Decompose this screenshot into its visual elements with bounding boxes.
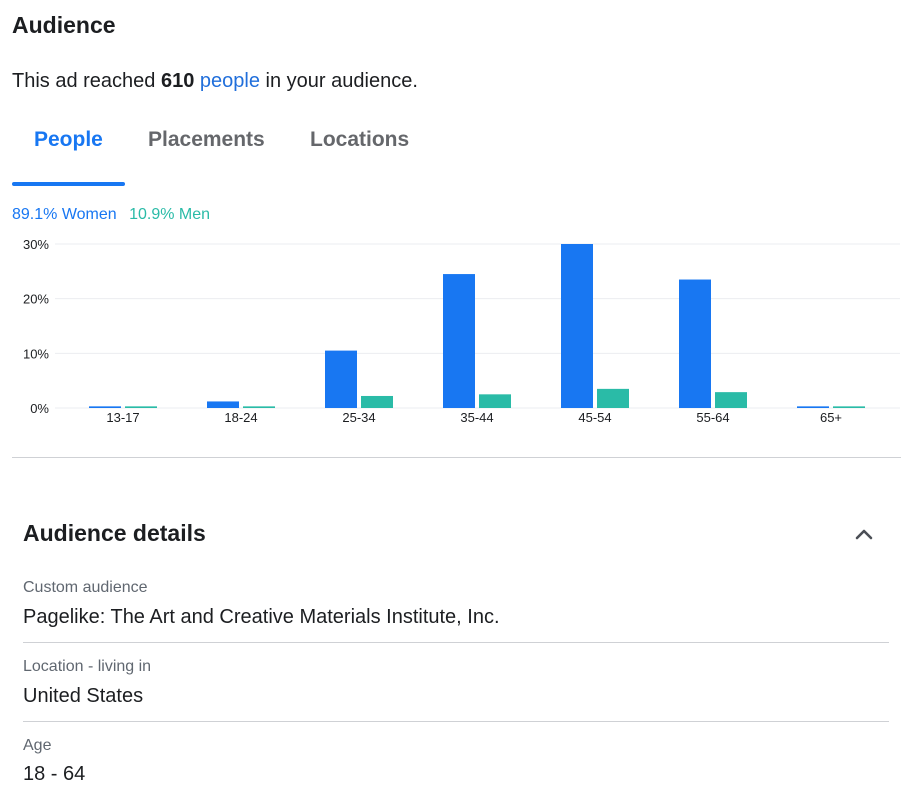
tab-locations[interactable]: Locations [310, 128, 409, 152]
bar-men-18-24[interactable] [243, 406, 275, 408]
legend-men: 10.9% Men [129, 206, 211, 223]
bar-men-35-44[interactable] [479, 394, 511, 408]
bar-women-18-24[interactable] [207, 401, 239, 408]
y-tick-label: 20% [23, 292, 49, 307]
bar-men-13-17[interactable] [125, 406, 157, 408]
location-label: Location - living in [23, 658, 152, 675]
audience-title: Audience [12, 12, 116, 38]
audience-tabs: People Placements Locations [12, 128, 901, 188]
reach-count: 610 [160, 70, 195, 92]
x-tick-label: 25-34 [342, 410, 375, 425]
x-tick-label: 13-17 [106, 410, 139, 425]
location-value: United States [23, 685, 144, 707]
legend-women: 89.1% Women [12, 206, 117, 223]
tab-people[interactable]: People [34, 128, 103, 152]
age-label: Age [23, 737, 52, 754]
chevron-up-icon [855, 529, 873, 540]
age-gender-chart: 0% 10% 20% 30% 13-17 18-24 25-34 35-44 45-54 55-6… [23, 237, 900, 425]
bar-men-25-34[interactable] [361, 395, 393, 408]
bar-women-35-44[interactable] [443, 274, 475, 408]
x-tick-label: 55-64 [696, 410, 729, 425]
tab-placements[interactable]: Placements [148, 128, 265, 152]
y-tick-label: 10% [23, 346, 49, 361]
x-tick-label: 18-24 [224, 410, 257, 425]
x-tick-label: 65+ [820, 410, 842, 425]
reach-suffix: in your audience. [265, 70, 418, 92]
x-tick-label: 45-54 [578, 410, 611, 425]
y-tick-label: 0% [30, 401, 49, 416]
collapse-details-button[interactable] [848, 520, 880, 548]
reach-people-link[interactable]: people [200, 70, 260, 92]
bar-men-65+[interactable] [833, 406, 865, 408]
bar-women-65+[interactable] [797, 406, 829, 408]
custom-audience-label: Custom audience [23, 579, 148, 596]
custom-audience-value: Pagelike: The Art and Creative Materials… [23, 606, 500, 628]
bar-women-55-64[interactable] [679, 279, 711, 408]
detail-divider [23, 721, 889, 722]
detail-divider [23, 642, 889, 643]
reach-summary: This ad reached 610 people in your audie… [12, 70, 418, 93]
bar-women-13-17[interactable] [89, 406, 121, 408]
age-value: 18 - 64 [23, 763, 86, 785]
reach-prefix: This ad reached [12, 70, 156, 92]
x-tick-label: 35-44 [460, 410, 493, 425]
bar-men-45-54[interactable] [597, 388, 629, 408]
y-tick-label: 30% [23, 237, 49, 252]
chart-divider [12, 457, 901, 458]
audience-details-title: Audience details [23, 520, 206, 546]
active-tab-indicator [12, 182, 125, 186]
bar-women-45-54[interactable] [561, 244, 593, 408]
bar-women-25-34[interactable] [325, 350, 357, 408]
gender-legend: 89.1% Women 10.9% Men [12, 206, 210, 224]
bar-men-55-64[interactable] [715, 392, 747, 408]
